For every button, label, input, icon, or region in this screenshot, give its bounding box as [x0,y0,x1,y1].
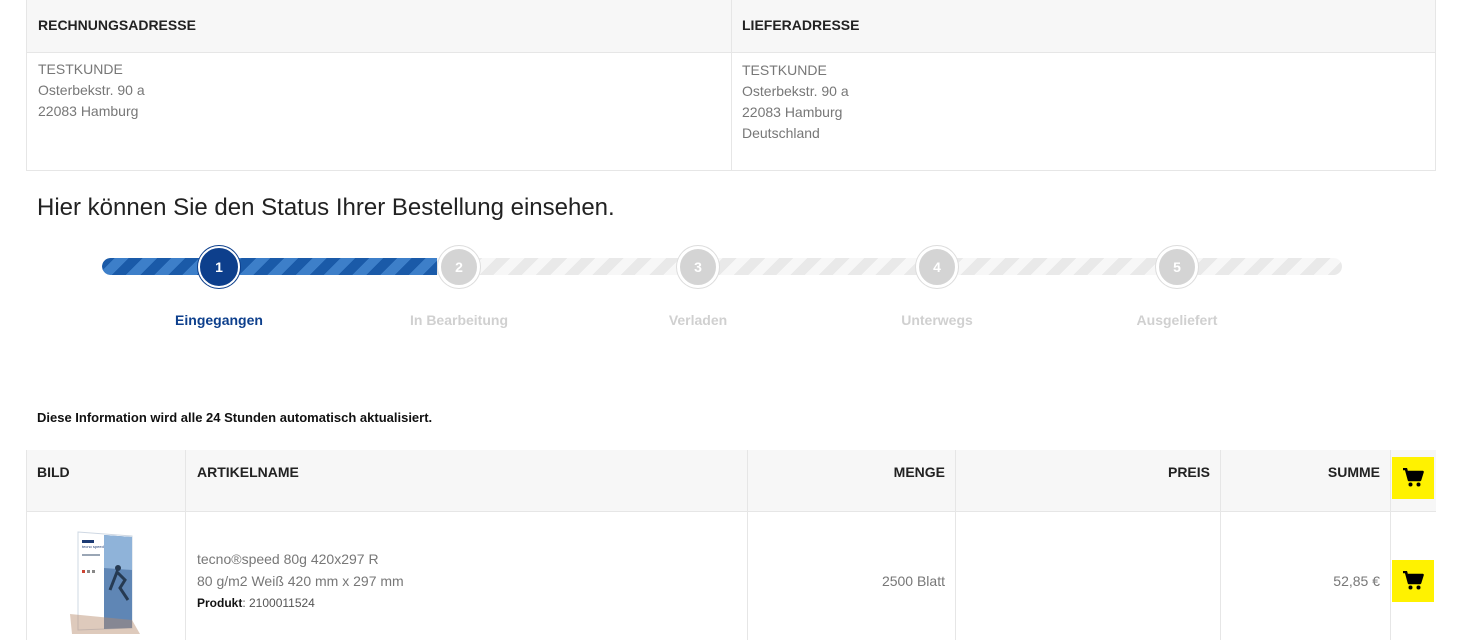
col-header-image: BILD [26,450,186,512]
product-label: Produkt [197,596,243,610]
step-1-label: Eingegangen [175,312,263,328]
item-quantity: 2500 Blatt [881,573,945,589]
step-5-label: Ausgeliefert [1136,312,1218,328]
add-to-cart-button[interactable] [1392,560,1434,602]
col-header-price: PREIS [956,450,1221,512]
billing-lines: TESTKUNDE Osterbekstr. 90 a 22083 Hambur… [27,53,731,122]
cart-all-button[interactable] [1392,457,1434,499]
product-number: : 2100011524 [242,596,315,610]
col-header-name: ARTIKELNAME [186,450,748,512]
step-4-label: Unterwegs [901,312,973,328]
billing-line: TESTKUNDE [38,61,123,77]
step-2-label: In Bearbeitung [409,312,508,328]
shipping-address: LIEFERADRESSE TESTKUNDE Osterbekstr. 90 … [732,0,1435,171]
step-3-circle: 3 [677,246,719,288]
step-2-circle: 2 [438,246,480,288]
product-image: tecno speed [70,531,140,634]
column-divider [1220,450,1221,640]
progress-fill [102,258,437,275]
billing-address: RECHNUNGSADRESSE TESTKUNDE Osterbekstr. … [27,0,732,171]
column-divider [185,450,186,640]
shipping-heading: LIEFERADRESSE [732,0,1435,53]
order-items-table: BILD ARTIKELNAME MENGE PREIS SUMME tecno… [26,450,1436,640]
shopping-cart-icon [1403,468,1424,487]
billing-heading: RECHNUNGSADRESSE [27,0,731,53]
billing-line: Osterbekstr. 90 a [38,82,145,98]
item-product-number: Produkt: 2100011524 [197,596,315,610]
shipping-line: Osterbekstr. 90 a [742,83,849,99]
column-divider [955,450,956,640]
status-title: Hier können Sie den Status Ihrer Bestell… [37,194,615,221]
step-1-circle: 1 [198,246,240,288]
column-divider [747,450,748,640]
address-table: RECHNUNGSADRESSE TESTKUNDE Osterbekstr. … [26,0,1436,171]
column-divider [1390,450,1391,640]
shipping-line: Deutschland [742,125,820,141]
item-description: 80 g/m2 Weiß 420 mm x 297 mm [197,573,404,589]
billing-line: 22083 Hamburg [38,103,139,119]
step-4-circle: 4 [916,246,958,288]
item-name: tecno®speed 80g 420x297 R [197,551,379,567]
col-header-sum: SUMME [1221,450,1391,512]
shopping-cart-icon [1403,571,1424,590]
item-sum: 52,85 € [1333,573,1380,589]
update-info: Diese Information wird alle 24 Stunden a… [37,410,433,425]
shipping-lines: TESTKUNDE Osterbekstr. 90 a 22083 Hambur… [732,53,1435,144]
step-3-label: Verladen [668,312,728,328]
order-status-stepper: 1 2 3 4 5 Eingegangen In Bearbeitung Ver… [102,246,1342,346]
product-image-text: tecno speed [82,544,104,549]
shipping-line: TESTKUNDE [742,62,827,78]
col-header-qty: MENGE [748,450,956,512]
step-5-circle: 5 [1156,246,1198,288]
shipping-line: 22083 Hamburg [742,104,843,120]
column-divider [26,450,27,640]
